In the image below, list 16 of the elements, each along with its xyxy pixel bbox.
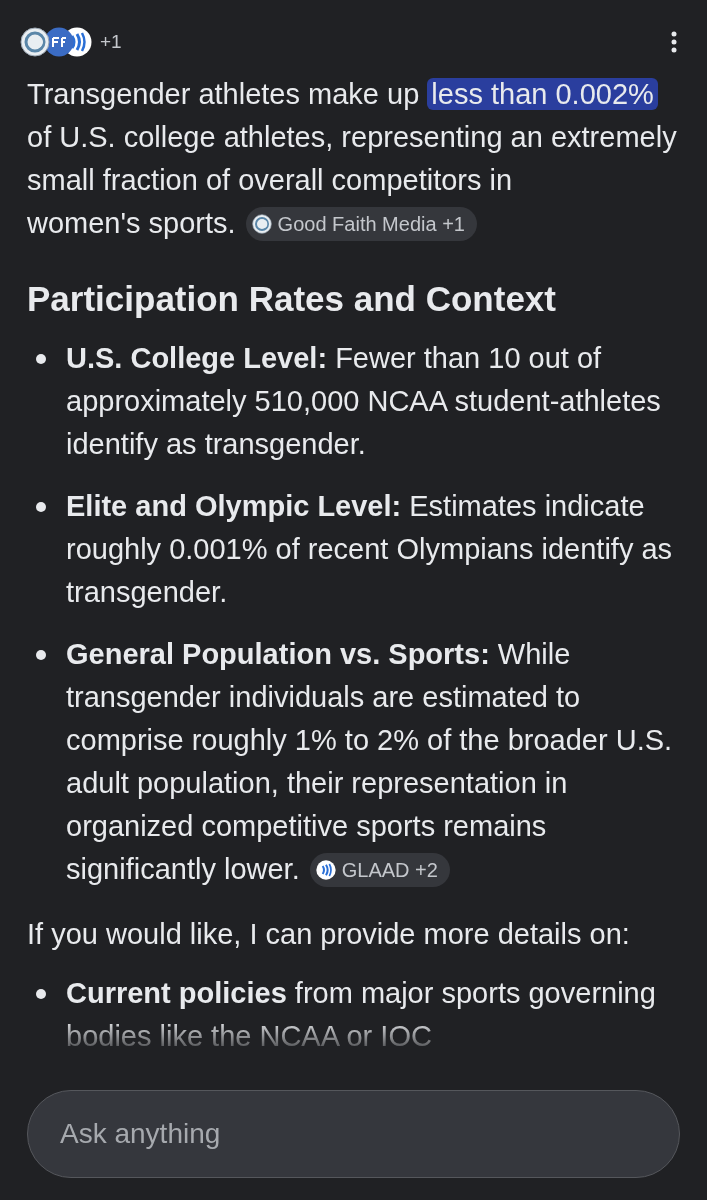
- ask-input-field[interactable]: Ask anything: [27, 1090, 680, 1178]
- source-chip[interactable]: Good Faith Media +1: [245, 206, 477, 241]
- more-options-icon[interactable]: [671, 31, 677, 53]
- text-line: significantly lower.: [66, 852, 300, 887]
- bullet-text: Current policies from major sports governing bodies like the NCAA or IOC: [66, 976, 657, 1054]
- source-chip[interactable]: GLAAD +2: [309, 852, 450, 887]
- section-heading: Participation Rates and Context: [27, 278, 557, 320]
- source-count: +1: [100, 29, 122, 54]
- circle-logo-icon: [44, 27, 74, 57]
- text-line: women's sports.: [27, 206, 236, 241]
- bullet-text: U.S. College Level: Fewer than 10 out of approximately 510,000 NCAA student-athletes identify as transgender.: [66, 341, 662, 462]
- wave-logo-icon: [315, 859, 336, 880]
- bullet-text: Elite and Olympic Level: Estimates indicate roughly 0.001% of recent Olympians identify as transgender.: [66, 489, 674, 610]
- gfm-logo-icon: [20, 27, 50, 57]
- gfm-logo-icon: [251, 213, 272, 234]
- follow-up-text: If you would like, I can provide more details on:: [27, 917, 631, 952]
